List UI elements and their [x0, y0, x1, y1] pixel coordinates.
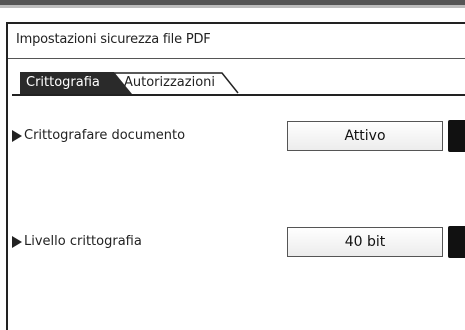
- settings-panel: Impostazioni sicurezza file PDF Autorizz…: [6, 22, 465, 330]
- setting-row-encryption-level-label: Livello crittografia: [12, 234, 142, 249]
- page-title: Impostazioni sicurezza file PDF: [16, 32, 211, 47]
- tab-autorizzazioni-label: Autorizzazioni: [124, 75, 215, 90]
- triangle-right-icon: [12, 235, 22, 248]
- encrypt-document-value-button[interactable]: Attivo: [287, 121, 443, 151]
- setting-label: Crittografare documento: [24, 128, 186, 143]
- tab-bar-underline: [12, 94, 465, 96]
- setting-row-encrypt-document-label: Crittografare documento: [12, 128, 185, 143]
- triangle-right-icon: [12, 129, 22, 142]
- tab-crittografia-label: Crittografia: [26, 75, 100, 90]
- encrypt-document-side-button[interactable]: [448, 120, 465, 152]
- title-divider: [8, 58, 465, 59]
- top-bar-light-stripe: [0, 5, 465, 8]
- encryption-level-side-button[interactable]: [448, 226, 465, 258]
- top-bar: [0, 0, 465, 8]
- screen: Impostazioni sicurezza file PDF Autorizz…: [0, 0, 465, 330]
- setting-label: Livello crittografia: [24, 234, 142, 249]
- encryption-level-value-button[interactable]: 40 bit: [287, 227, 443, 257]
- tab-crittografia[interactable]: Crittografia: [20, 72, 132, 94]
- tab-autorizzazioni[interactable]: Autorizzazioni: [114, 72, 240, 94]
